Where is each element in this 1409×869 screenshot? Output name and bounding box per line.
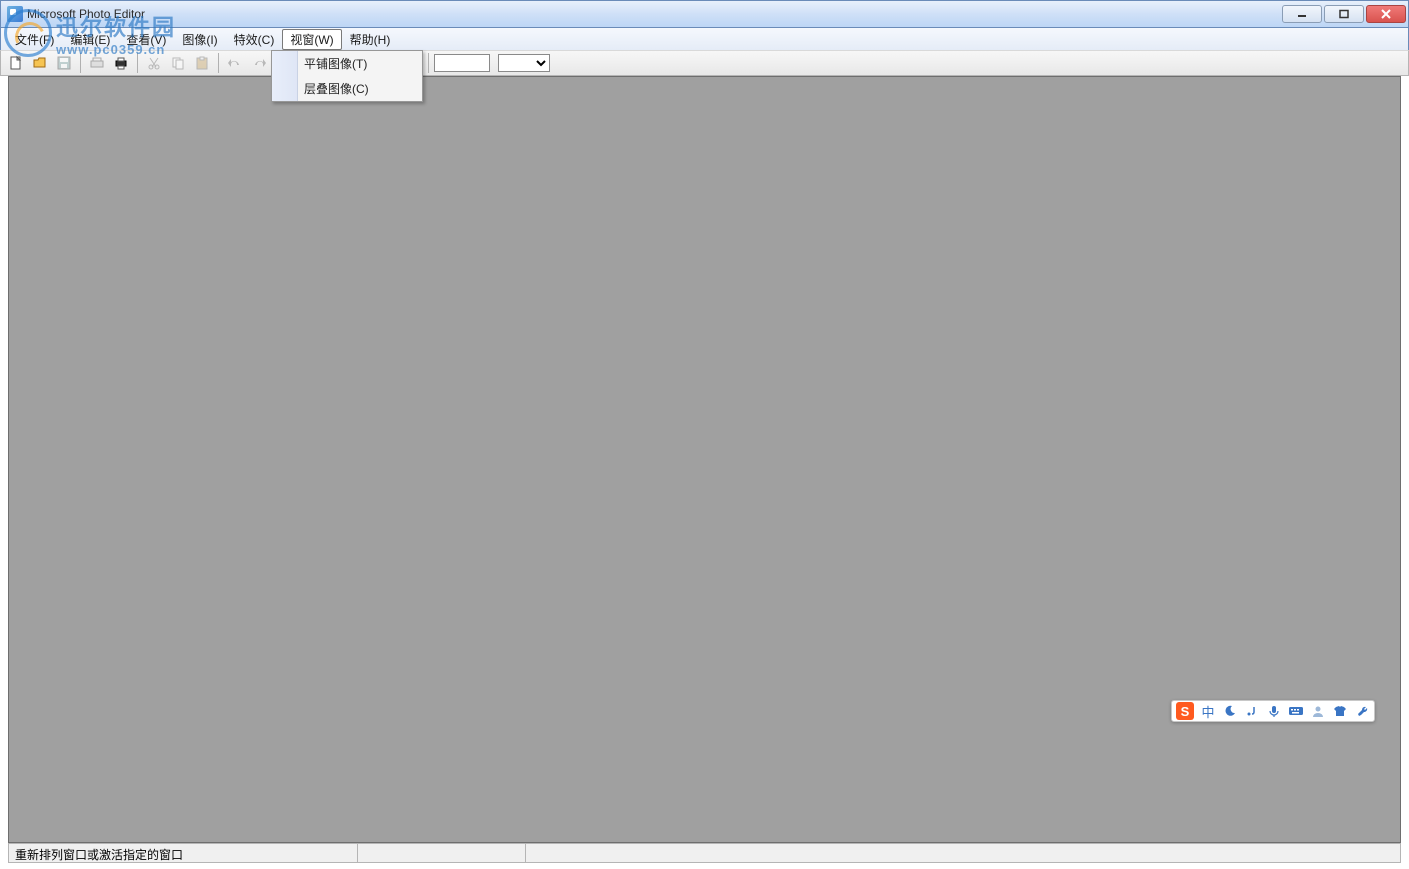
printer-icon	[113, 55, 129, 71]
menubar: 文件(F) 编辑(E) 查看(V) 图像(I) 特效(C) 视窗(W) 帮助(H…	[0, 28, 1409, 50]
ime-moon-icon[interactable]	[1222, 703, 1238, 719]
scan-button[interactable]	[86, 52, 108, 74]
person-icon	[1311, 704, 1325, 718]
mic-icon	[1267, 704, 1281, 718]
paste-button[interactable]	[191, 52, 213, 74]
ime-skin-icon[interactable]	[1332, 703, 1348, 719]
menu-image[interactable]: 图像(I)	[174, 29, 225, 50]
toolbar-sep-2	[137, 53, 138, 73]
ime-mic-icon[interactable]	[1266, 703, 1282, 719]
maximize-icon	[1338, 9, 1350, 19]
statusbar: 重新排列窗口或激活指定的窗口	[8, 843, 1401, 863]
undo-icon	[227, 55, 243, 71]
ime-lang-toggle[interactable]: 中	[1200, 703, 1216, 719]
ime-punct-toggle[interactable]	[1244, 703, 1260, 719]
zoom-input[interactable]	[434, 54, 490, 72]
minimize-icon	[1296, 9, 1308, 19]
redo-icon	[251, 55, 267, 71]
redo-button[interactable]	[248, 52, 270, 74]
punct-icon	[1245, 704, 1259, 718]
menu-file[interactable]: 文件(F)	[7, 29, 62, 50]
status-hint: 重新排列窗口或激活指定的窗口	[8, 843, 358, 863]
ime-settings-icon[interactable]	[1354, 703, 1370, 719]
toolbar	[0, 50, 1409, 76]
menu-tile-images[interactable]: 平铺图像(T)	[272, 51, 422, 76]
window-menu-dropdown: 平铺图像(T) 层叠图像(C)	[271, 50, 423, 102]
new-button[interactable]	[5, 52, 27, 74]
close-icon	[1380, 9, 1392, 19]
tshirt-icon	[1333, 704, 1347, 718]
keyboard-icon	[1288, 704, 1304, 718]
ime-toolbar[interactable]: S 中	[1171, 700, 1375, 722]
moon-icon	[1223, 704, 1237, 718]
ime-logo-icon[interactable]: S	[1176, 702, 1194, 720]
titlebar: Microsoft Photo Editor	[0, 0, 1409, 28]
menu-view[interactable]: 查看(V)	[118, 29, 174, 50]
close-button[interactable]	[1366, 5, 1406, 23]
wrench-icon	[1355, 704, 1369, 718]
menu-edit[interactable]: 编辑(E)	[62, 29, 118, 50]
status-cell-3	[526, 843, 1401, 863]
minimize-button[interactable]	[1282, 5, 1322, 23]
menu-window[interactable]: 视窗(W)	[282, 29, 341, 50]
toolbar-sep-1	[80, 53, 81, 73]
menu-help[interactable]: 帮助(H)	[342, 29, 399, 50]
open-button[interactable]	[29, 52, 51, 74]
workspace	[8, 76, 1401, 843]
toolbar-sep-5	[428, 53, 429, 73]
scanner-icon	[89, 55, 105, 71]
ime-keyboard-icon[interactable]	[1288, 703, 1304, 719]
status-cell-2	[358, 843, 526, 863]
toolbar-sep-3	[218, 53, 219, 73]
mode-select[interactable]	[498, 54, 550, 72]
cut-button[interactable]	[143, 52, 165, 74]
save-icon	[56, 55, 72, 71]
copy-button[interactable]	[167, 52, 189, 74]
app-icon	[7, 6, 23, 22]
window-controls	[1282, 5, 1406, 23]
save-button[interactable]	[53, 52, 75, 74]
menu-cascade-images[interactable]: 层叠图像(C)	[272, 76, 422, 101]
cut-icon	[146, 55, 162, 71]
menu-effects[interactable]: 特效(C)	[226, 29, 283, 50]
new-file-icon	[8, 55, 24, 71]
undo-button[interactable]	[224, 52, 246, 74]
open-folder-icon	[32, 55, 48, 71]
ime-person-icon[interactable]	[1310, 703, 1326, 719]
print-button[interactable]	[110, 52, 132, 74]
maximize-button[interactable]	[1324, 5, 1364, 23]
paste-icon	[194, 55, 210, 71]
window-title: Microsoft Photo Editor	[27, 7, 1282, 21]
copy-icon	[170, 55, 186, 71]
